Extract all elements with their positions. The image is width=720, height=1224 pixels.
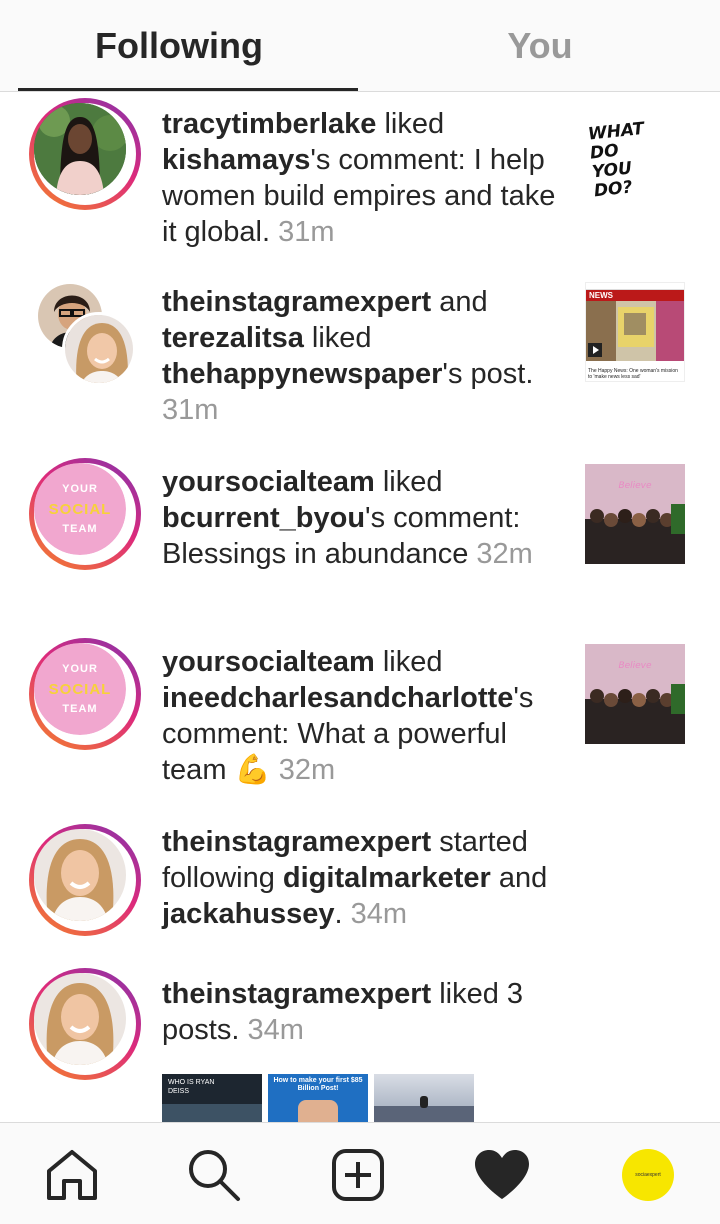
avatar[interactable] [34,829,126,921]
avatar-ring [29,824,141,936]
list-item[interactable]: YOUR SOCIAL TEAM yoursocialteam liked bc… [0,452,720,632]
avatar-ring: YOUR SOCIAL TEAM [29,638,141,750]
heart-icon [475,1150,529,1199]
post-thumbnail[interactable]: Believe [585,644,685,744]
activity-text: theinstagramexpert started following dig… [162,826,548,930]
list-item[interactable]: tracytimberlake liked kishamays's commen… [0,92,720,272]
timestamp: 31m [278,216,335,248]
post-caption: WHO IS RYAN DEISS [168,1079,215,1095]
username-link[interactable]: jackahussey [162,898,335,930]
avatar-ring [29,98,141,210]
news-image [586,301,684,361]
avatar[interactable] [34,973,126,1065]
list-item[interactable]: theinstagramexpert and terezalitsa liked… [0,272,720,452]
svg-text:Believe: Believe [618,661,652,671]
username-link[interactable]: yoursocialteam [162,466,375,498]
activity-text: tracytimberlake liked kishamays's commen… [162,108,556,248]
home-button[interactable] [40,1143,104,1207]
username-link[interactable]: theinstagramexpert [162,826,431,858]
username-link[interactable]: ineedcharlesandcharlotte [162,682,513,714]
timestamp: 32m [476,538,533,570]
social-team-logo: YOUR SOCIAL TEAM [34,643,126,735]
timestamp: 34m [350,898,408,930]
home-icon [47,1150,97,1200]
tab-you[interactable]: You [360,0,720,92]
avatar-ring [29,968,141,1080]
post-thumbnail[interactable]: WHO IS RYAN DEISS [162,1074,262,1122]
timestamp: 34m [247,1014,304,1046]
list-item[interactable]: theinstagramexpert started following dig… [0,812,720,962]
post-thumbnail[interactable]: NEWS The Happy News: One woman's mission… [585,282,685,382]
activity-text: yoursocialteam liked ineedcharlesandchar… [162,646,534,786]
list-item[interactable]: YOUR SOCIAL TEAM yoursocialteam liked in… [0,632,720,812]
svg-text:Believe: Believe [618,481,652,491]
username-link[interactable]: terezalitsa [162,322,304,354]
avatar-pair[interactable] [36,282,136,386]
activity-tab-bar: Following You [0,0,720,92]
avatar-ring: YOUR SOCIAL TEAM [29,458,141,570]
post-thumbnail[interactable]: WHAT DO YOU DO? [585,118,685,218]
add-post-icon [332,1149,384,1201]
avatar[interactable]: YOUR SOCIAL TEAM [34,643,126,735]
activity-feed[interactable]: tracytimberlake liked kishamays's commen… [0,92,720,1122]
post-thumbnail[interactable]: Believe [585,464,685,564]
username-link[interactable]: kishamays [162,144,310,176]
activity-text: theinstagramexpert and terezalitsa liked… [162,286,534,426]
news-caption: The Happy News: One woman's mission to '… [588,368,678,380]
search-icon [189,1150,240,1201]
username-link[interactable]: thehappynewspaper [162,358,442,390]
username-link[interactable]: digitalmarketer [283,862,491,894]
profile-button[interactable]: sociaexpert [616,1143,680,1207]
profile-avatar-text: sociaexpert [635,1172,661,1178]
tab-following[interactable]: Following [0,0,358,92]
news-header: NEWS [586,290,684,301]
bottom-navigation: sociaexpert [0,1122,720,1224]
post-caption: How to make your first $85 Billion Post! [273,1077,363,1092]
activity-button[interactable] [470,1143,534,1207]
activity-text: theinstagramexpert liked 3 posts. 34m [162,978,524,1046]
post-thumbnail[interactable] [374,1074,474,1122]
list-item[interactable]: theinstagramexpert liked 3 posts. 34m WH… [0,962,720,1122]
avatar[interactable] [34,103,126,195]
username-link[interactable]: bcurrent_byou [162,502,365,534]
social-team-logo: YOUR SOCIAL TEAM [34,463,126,555]
active-tab-indicator [18,88,358,91]
new-post-button[interactable] [326,1143,390,1207]
avatar[interactable] [62,312,136,386]
profile-icon: sociaexpert [622,1149,674,1201]
search-button[interactable] [182,1143,246,1207]
username-link[interactable]: tracytimberlake [162,108,376,140]
timestamp: 31m [162,394,219,426]
timestamp: 32m [278,754,336,786]
post-thumbnail[interactable]: How to make your first $85 Billion Post! [268,1074,368,1122]
activity-text: yoursocialteam liked bcurrent_byou's com… [162,466,533,570]
username-link[interactable]: yoursocialteam [162,646,375,678]
liked-posts-strip: WHO IS RYAN DEISS How to make your first… [162,1074,482,1122]
username-link[interactable]: theinstagramexpert [162,978,431,1010]
username-link[interactable]: theinstagramexpert [162,286,431,318]
thumbnail-caption: WHAT DO YOU DO? [587,118,646,202]
avatar[interactable]: YOUR SOCIAL TEAM [34,463,126,555]
